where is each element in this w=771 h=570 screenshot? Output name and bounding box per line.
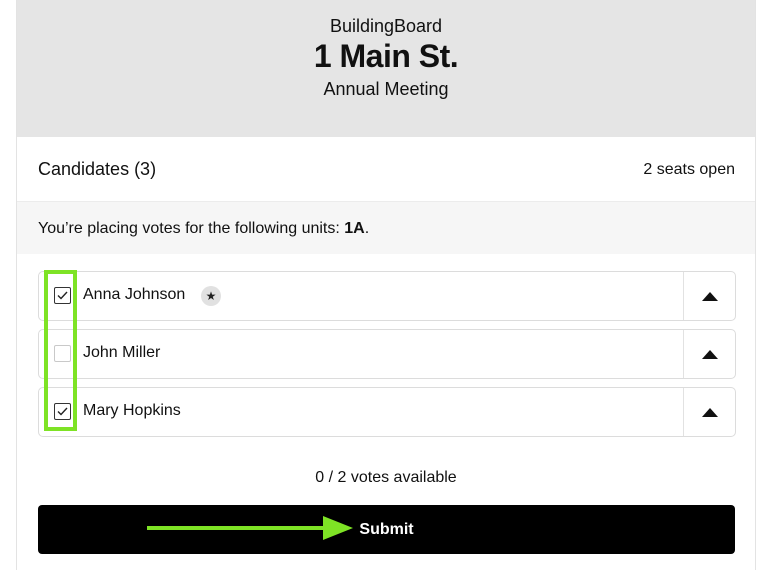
organization-name: BuildingBoard — [329, 16, 443, 36]
green-arrow-annotation — [147, 516, 353, 540]
caret-up-icon — [701, 291, 718, 301]
building-address: 1 Main St. — [313, 38, 459, 74]
candidate-row-mary-hopkins[interactable]: Mary Hopkins — [38, 387, 736, 437]
caret-up-icon — [701, 407, 718, 417]
candidate-name: John Miller — [83, 344, 161, 361]
units-notice: You’re placing votes for the following u… — [17, 202, 755, 254]
ballot-card: BuildingBoard 1 Main St. Annual Meeting … — [16, 0, 756, 570]
expand-toggle-button[interactable] — [683, 388, 735, 436]
candidate-row-john-miller[interactable]: John Miller — [38, 329, 736, 379]
candidate-name: Mary Hopkins — [83, 402, 181, 419]
candidate-name: Anna Johnson — [83, 286, 186, 303]
star-icon: ★ — [201, 286, 221, 306]
units-notice-text: You’re placing votes for the following u… — [38, 220, 370, 237]
caret-up-icon — [701, 349, 718, 359]
meeting-header: BuildingBoard 1 Main St. Annual Meeting — [17, 0, 755, 137]
seats-open: 2 seats open — [643, 161, 735, 178]
meeting-name: Annual Meeting — [323, 79, 449, 99]
submit-button[interactable]: Submit — [38, 505, 735, 554]
votes-available: 0 / 2 votes available — [315, 469, 457, 486]
expand-toggle-button[interactable] — [683, 330, 735, 378]
checkbox-highlight-box — [44, 270, 77, 431]
candidates-title: Candidates (3) — [38, 159, 157, 179]
candidates-header: Candidates (3) 2 seats open — [17, 138, 755, 202]
expand-toggle-button[interactable] — [683, 272, 735, 320]
unit-label: 1A — [344, 220, 365, 237]
candidate-row-anna-johnson[interactable]: Anna Johnson ★ — [38, 271, 736, 321]
